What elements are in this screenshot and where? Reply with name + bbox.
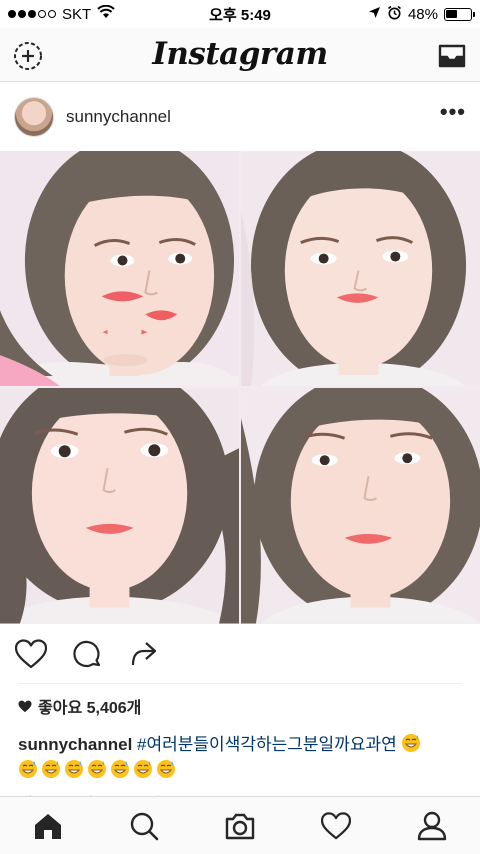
like-button[interactable] xyxy=(14,637,48,671)
sweat-smile-emoji-icon xyxy=(110,760,133,780)
wifi-icon xyxy=(97,4,115,23)
photo-quadrant-bottom-left xyxy=(0,388,239,624)
alarm-clock-icon xyxy=(387,5,402,24)
status-left: SKT xyxy=(8,4,115,23)
heart-icon xyxy=(15,639,47,669)
sweat-smile-emoji-icon xyxy=(133,760,156,780)
status-right: 48% xyxy=(368,5,475,24)
sweat-smile-emoji-icon xyxy=(156,760,179,780)
caption-username[interactable]: sunnychannel xyxy=(18,735,132,754)
location-arrow-icon xyxy=(368,6,381,23)
avatar[interactable] xyxy=(14,97,54,137)
likes-count[interactable]: 좋아요 5,406개 xyxy=(18,694,141,718)
photo-quadrant-bottom-right xyxy=(241,388,480,624)
share-icon xyxy=(131,642,157,666)
tab-search[interactable] xyxy=(120,802,168,850)
photo-quadrant-top-left xyxy=(0,151,239,386)
inbox-icon xyxy=(438,44,466,68)
sweat-smile-emoji-icon xyxy=(41,760,64,780)
sweat-smile-emoji-icon xyxy=(64,760,87,780)
likes-text: 좋아요 5,406개 xyxy=(38,700,142,717)
activity-heart-icon xyxy=(321,811,351,839)
sweat-smile-emoji-icon xyxy=(401,734,424,754)
status-bar: SKT 오후 5:49 48% xyxy=(0,0,480,28)
post-caption: sunnychannel #여러분들이색각하는그분일까요과연 xyxy=(18,732,466,784)
actions-divider xyxy=(18,683,462,684)
post-photo[interactable] xyxy=(0,151,480,624)
inbox-button[interactable] xyxy=(436,40,468,72)
signal-strength-icon xyxy=(8,10,56,18)
tab-camera[interactable] xyxy=(216,802,264,850)
post-username[interactable]: sunnychannel xyxy=(66,107,171,127)
sweat-smile-emoji-icon xyxy=(18,760,41,780)
sweat-smile-emoji-icon xyxy=(87,760,110,780)
comment-button[interactable] xyxy=(70,637,104,671)
tab-activity[interactable] xyxy=(312,802,360,850)
photo-quadrant-top-right xyxy=(241,151,480,386)
small-heart-icon xyxy=(18,700,32,712)
post-header: sunnychannel ••• xyxy=(0,83,480,151)
clock: 오후 5:49 xyxy=(209,6,271,24)
battery-icon xyxy=(444,7,475,21)
camera-icon xyxy=(225,813,255,839)
top-navigation-bar: Instagram xyxy=(0,28,480,82)
caption-hashtag[interactable]: #여러분들이색각하는그분일까요과연 xyxy=(137,735,397,754)
share-button[interactable] xyxy=(126,637,160,671)
battery-percent: 48% xyxy=(407,5,438,23)
tab-home[interactable] xyxy=(24,802,72,850)
home-icon xyxy=(35,813,61,839)
more-options-button[interactable]: ••• xyxy=(440,101,466,133)
comment-icon xyxy=(73,640,101,667)
profile-icon xyxy=(417,811,447,840)
search-icon xyxy=(130,812,159,840)
instagram-logo: Instagram xyxy=(152,36,328,72)
post-actions xyxy=(0,624,480,684)
bottom-tab-bar xyxy=(0,796,480,854)
tab-profile[interactable] xyxy=(408,802,456,850)
carrier-label: SKT xyxy=(62,5,92,23)
